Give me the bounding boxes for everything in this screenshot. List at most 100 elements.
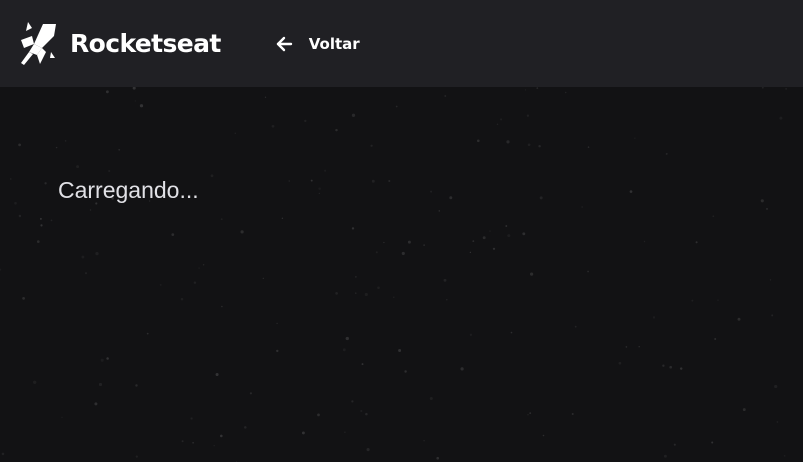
star-dot [436, 456, 440, 460]
star-dot [492, 247, 496, 250]
star-dot [135, 384, 138, 387]
star-dot [423, 440, 425, 442]
star-dot [94, 402, 98, 406]
star-dot [276, 322, 278, 325]
brand-name: Rocketseat [70, 29, 221, 58]
star-dot [288, 180, 291, 182]
star-dot [574, 325, 577, 328]
star-dot [527, 413, 529, 416]
star-dot [507, 234, 511, 238]
star-dot [506, 140, 510, 144]
star-dot [407, 240, 411, 244]
star-dot [404, 370, 407, 373]
star-dot [310, 179, 313, 182]
star-dot [351, 113, 356, 117]
star-dot [50, 219, 53, 222]
star-dot [423, 244, 425, 246]
star-dot [76, 165, 80, 169]
star-dot [526, 114, 530, 117]
star-dot [539, 196, 543, 200]
star-dot [371, 179, 375, 183]
star-dot [469, 333, 473, 336]
star-dot [344, 431, 346, 433]
star-dot [355, 292, 357, 294]
star-dot [220, 218, 223, 221]
star-dot [695, 241, 698, 244]
star-dot [193, 281, 197, 284]
star-dot [276, 349, 279, 353]
star-dot [171, 233, 175, 236]
star-dot [61, 416, 63, 419]
star-dot [95, 251, 99, 256]
star-dot [249, 392, 253, 395]
star-dot [1, 452, 5, 456]
star-dot [100, 358, 104, 362]
star-dot [482, 236, 486, 240]
star-dot [638, 345, 640, 348]
content-area: Carregando... [0, 87, 803, 462]
star-dot [542, 434, 545, 437]
star-dot [771, 314, 774, 317]
star-dot [108, 169, 111, 173]
star-dot [783, 455, 786, 457]
star-dot [40, 224, 43, 227]
star-dot [776, 421, 779, 423]
star-dot [760, 199, 764, 203]
star-dot [446, 298, 448, 301]
star-dot [10, 178, 12, 180]
star-dot [281, 217, 284, 219]
star-dot [64, 140, 67, 142]
star-dot [134, 100, 137, 102]
star-dot [98, 382, 103, 387]
star-dot [691, 299, 694, 302]
back-button-label: Voltar [308, 34, 360, 53]
brand-logo-link[interactable]: Rocketseat [20, 21, 221, 66]
star-dot [345, 336, 349, 341]
star-dot [652, 316, 656, 319]
starfield-background [0, 87, 787, 462]
star-dot [318, 192, 320, 194]
star-dot [39, 217, 42, 220]
star-dot [55, 146, 58, 149]
arrow-left-icon [276, 36, 292, 51]
star-dot [581, 206, 583, 208]
star-dot [489, 230, 491, 232]
star-dot [335, 292, 338, 295]
star-dot [663, 454, 667, 458]
star-dot [190, 417, 193, 420]
star-dot [355, 276, 357, 278]
star-dot [180, 297, 184, 301]
star-dot [779, 116, 783, 120]
star-dot [712, 215, 715, 218]
star-dot [324, 169, 327, 172]
star-dot [476, 139, 480, 143]
star-dot [529, 412, 532, 414]
star-dot [139, 104, 144, 108]
star-dot [769, 279, 772, 281]
back-button[interactable]: Voltar [275, 35, 360, 53]
star-dot [342, 348, 346, 352]
star-dot [22, 297, 25, 300]
rocket-icon [21, 21, 56, 65]
star-dot [198, 267, 200, 269]
star-dot [244, 426, 247, 429]
star-dot [271, 124, 275, 128]
star-dot [360, 409, 363, 413]
star-dot [469, 251, 472, 254]
star-dot [669, 365, 673, 369]
star-dot [221, 305, 223, 308]
star-dot [438, 210, 441, 212]
star-dot [505, 225, 508, 227]
star-dot [18, 214, 22, 218]
star-dot [234, 132, 237, 135]
star-dot [202, 264, 205, 266]
star-dot [181, 440, 184, 443]
star-dot [132, 87, 136, 90]
star-dot [629, 190, 633, 193]
star-dot [571, 413, 574, 415]
star-dot [500, 118, 503, 121]
star-dot [449, 196, 453, 200]
star-dot [44, 182, 47, 185]
star-dot [711, 441, 714, 444]
star-dot [538, 144, 541, 148]
